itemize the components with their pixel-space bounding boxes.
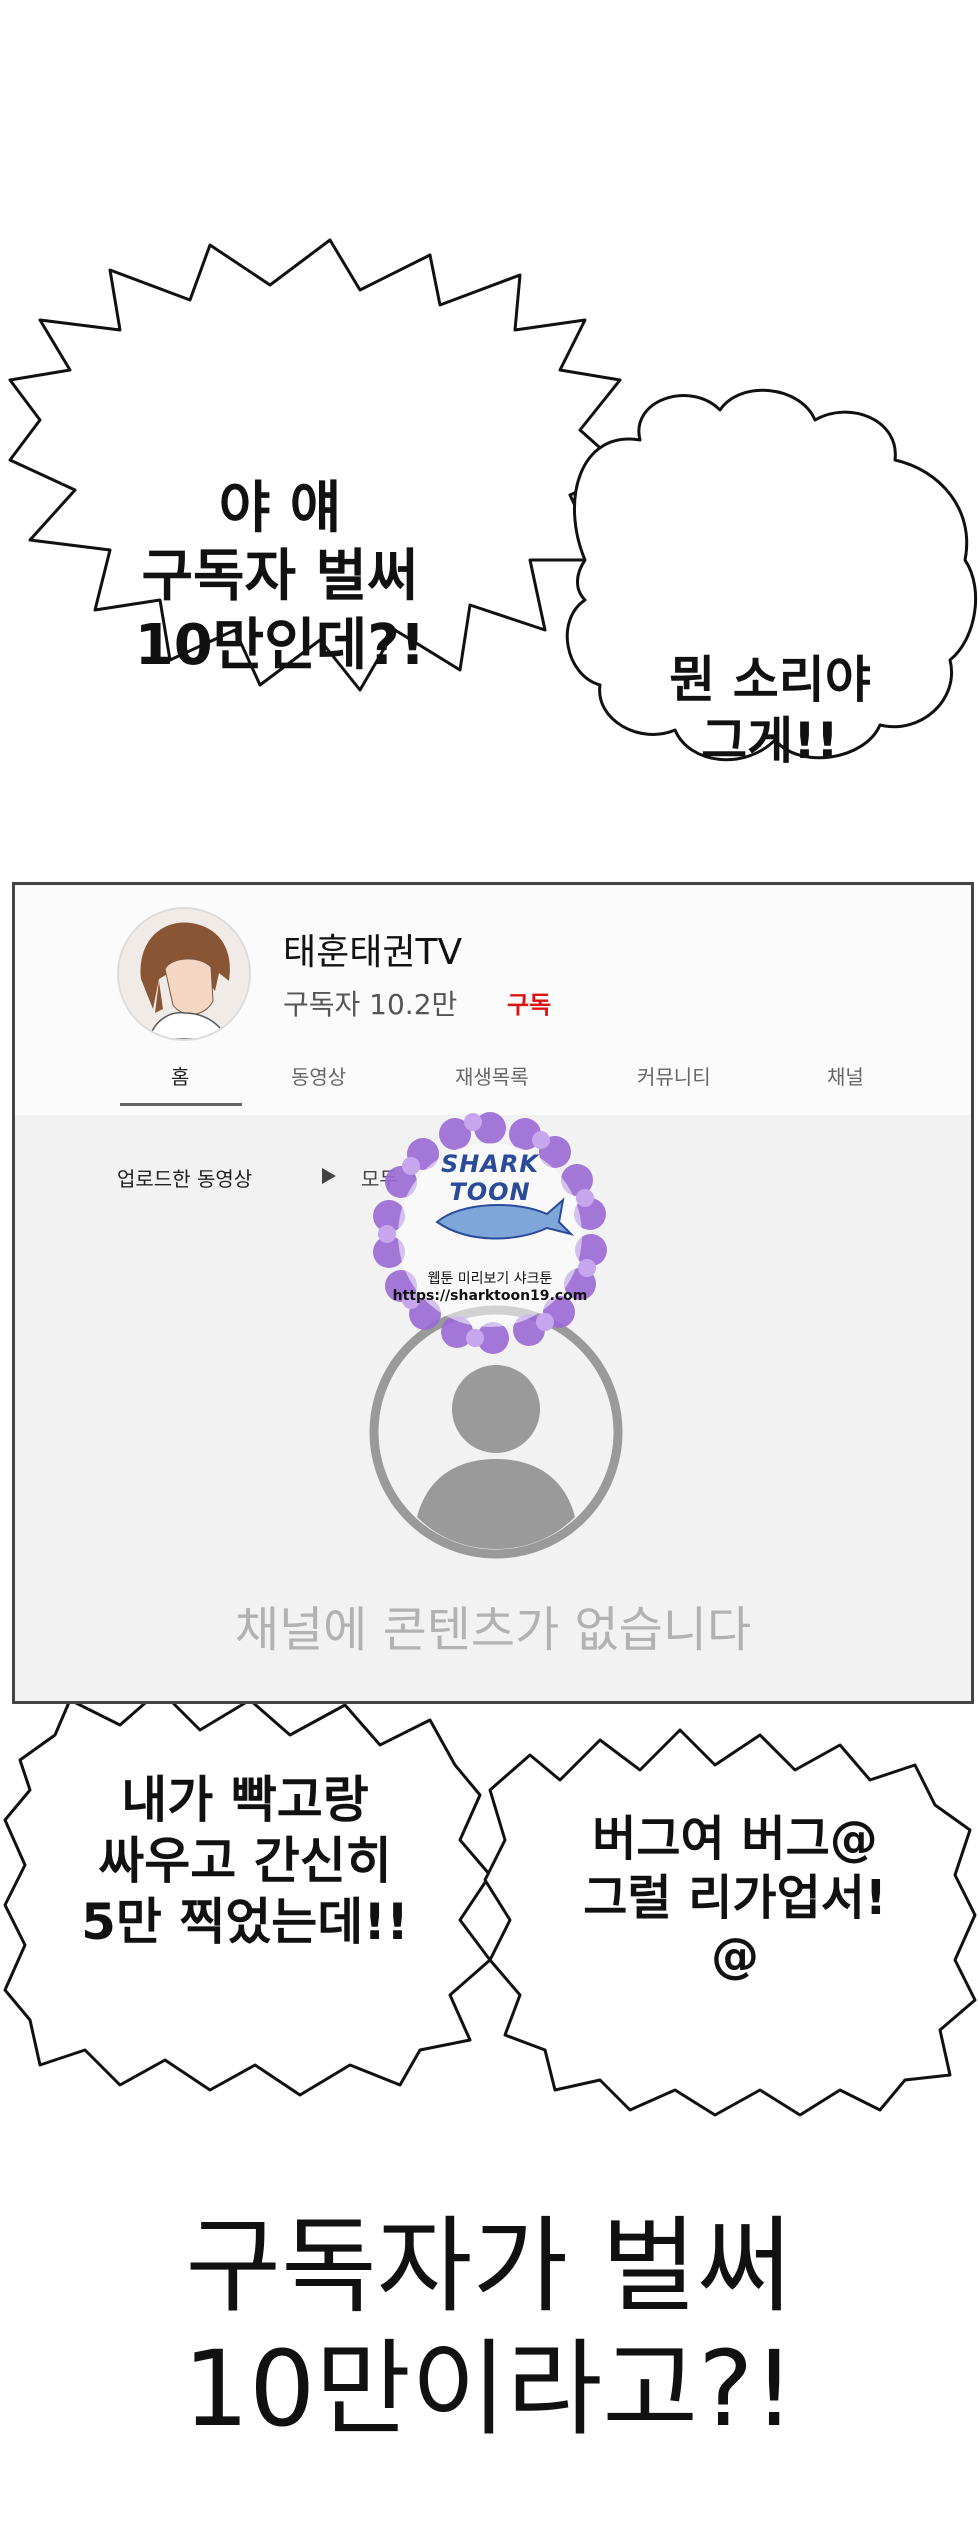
sharktoon-watermark-wreath: [373, 1112, 607, 1354]
bubble-line: 야 얘: [218, 476, 342, 541]
watermark-caption: 웹툰 미리보기 샤크툰 https://sharktoon19.com: [370, 1268, 610, 1304]
bubble-line: 싸우고 간신히: [98, 1832, 392, 1890]
channel-tabs: 홈 동영상 재생목록 커뮤니티 채널: [15, 1053, 971, 1109]
bubble-line: 10만인데?!: [134, 612, 426, 678]
bubble-line: 5만 찍었는데!!: [81, 1893, 409, 1951]
bubble-bottom-right-text: 버그여 버그@ 그럴 리가업서! @: [520, 1810, 950, 1986]
play-all-icon[interactable]: [320, 1167, 338, 1185]
bubble-line: @: [711, 1928, 759, 1985]
watermark-brand: SHARK TOON: [440, 1150, 540, 1206]
caption-line: 구독자가 벌써: [185, 2205, 793, 2327]
watermark-url[interactable]: https://sharktoon19.com: [370, 1288, 610, 1304]
bubble-bottom-left-text: 내가 빡고랑 싸우고 간신히 5만 찍었는데!!: [20, 1770, 470, 1953]
watermark-tagline: 웹툰 미리보기 샤크툰: [427, 1271, 553, 1287]
subscribe-button[interactable]: 구독: [507, 985, 551, 1020]
tab-videos[interactable]: 동영상: [291, 1061, 346, 1090]
avatar-portrait-icon: [119, 909, 249, 1039]
watermark-logo: SHARK TOON: [405, 1150, 575, 1206]
channel-avatar[interactable]: [117, 907, 251, 1041]
caption-line: 10만이라고?!: [183, 2327, 795, 2450]
subscriber-count: 구독자 10.2만: [283, 988, 458, 1021]
narration-caption: 구독자가 벌써 10만이라고?!: [0, 2205, 978, 2450]
bubble-line: 그럴 리가업서!: [583, 1869, 887, 1926]
tab-channel[interactable]: 채널: [827, 1061, 864, 1090]
bubble-top-left-text: 야 얘 구독자 벌써 10만인데?!: [70, 475, 490, 680]
bubble-line: 내가 빡고랑: [121, 1771, 369, 1829]
tab-playlists[interactable]: 재생목록: [455, 1061, 529, 1090]
bubble-top-right-text: 뭔 소리야 그게!!: [600, 650, 940, 772]
bubble-line: 버그여 버그@: [592, 1811, 878, 1867]
channel-name[interactable]: 태훈태권TV: [283, 923, 462, 975]
bubble-line: 구독자 벌써: [141, 544, 419, 610]
bubble-line: 뭔 소리야: [669, 651, 871, 709]
tab-community[interactable]: 커뮤니티: [637, 1061, 711, 1090]
bubble-line: 그게!!: [701, 712, 839, 770]
active-tab-indicator: [120, 1103, 242, 1106]
tab-home[interactable]: 홈: [171, 1061, 189, 1090]
empty-content-message: 채널에 콘텐츠가 없습니다: [234, 1602, 752, 1658]
uploaded-videos-label: 업로드한 동영상: [117, 1167, 253, 1191]
